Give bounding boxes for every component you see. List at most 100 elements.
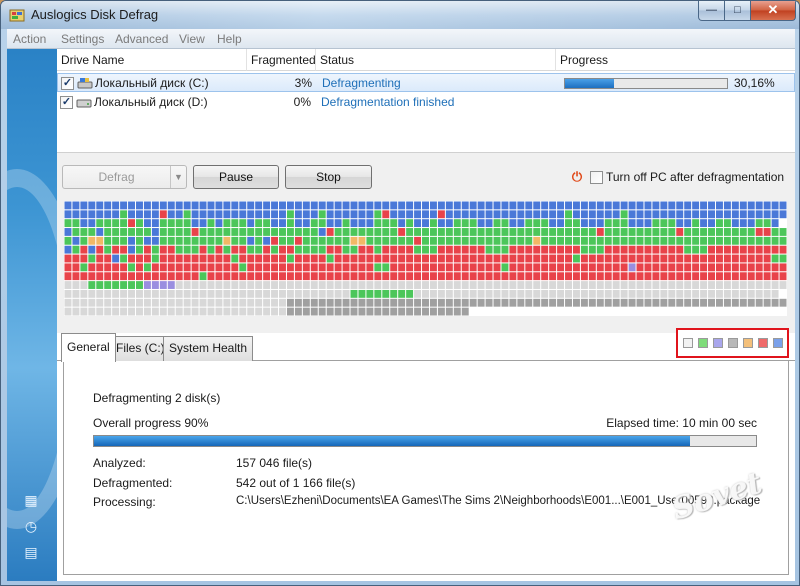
- cluster-block: [708, 201, 715, 210]
- cluster-block: [151, 272, 159, 281]
- close-button[interactable]: ✕: [750, 1, 796, 21]
- cluster-block: [493, 210, 501, 219]
- legend-defragmented-icon[interactable]: [698, 338, 708, 348]
- cluster-block: [580, 245, 588, 254]
- legend-unmovable-icon[interactable]: [743, 338, 753, 348]
- cluster-block: [771, 210, 779, 219]
- maximize-button[interactable]: □: [724, 1, 751, 21]
- minimize-button[interactable]: —: [698, 1, 725, 21]
- column-status[interactable]: Status: [316, 49, 556, 71]
- cluster-block: [414, 201, 422, 210]
- cluster-block: [715, 210, 723, 219]
- cluster-block: [715, 228, 723, 236]
- cluster-block: [167, 307, 175, 316]
- cluster-block: [739, 254, 747, 263]
- menu-settings[interactable]: Settings: [61, 32, 104, 46]
- defrag-button[interactable]: Defrag ▼: [62, 165, 187, 189]
- drive-d-checkbox[interactable]: ✓: [60, 96, 73, 109]
- cluster-block: [136, 272, 143, 281]
- cluster-block: [588, 228, 596, 236]
- cluster-block: [533, 210, 541, 219]
- drive-row-d[interactable]: ✓ Локальный диск (D:) 0% Defragmentation…: [57, 93, 795, 112]
- cluster-block: [136, 307, 143, 316]
- processing-label: Processing:: [93, 495, 156, 509]
- cluster-block: [588, 201, 596, 210]
- report-icon[interactable]: ▤: [22, 543, 40, 561]
- stop-button[interactable]: Stop: [285, 165, 372, 189]
- cluster-block: [358, 228, 366, 236]
- cluster-block: [517, 201, 525, 210]
- tab-general[interactable]: General: [61, 333, 116, 362]
- cluster-block: [112, 236, 120, 245]
- cluster-block: [429, 281, 437, 289]
- map-icon[interactable]: ▦: [22, 491, 40, 509]
- column-progress[interactable]: Progress: [556, 49, 795, 71]
- cluster-block: [167, 236, 175, 245]
- tab-files-c[interactable]: Files (C:): [110, 336, 171, 361]
- menu-advanced[interactable]: Advanced: [115, 32, 168, 46]
- cluster-block: [541, 272, 549, 281]
- cluster-block: [565, 210, 572, 219]
- menu-view[interactable]: View: [179, 32, 205, 46]
- cluster-block: [422, 236, 429, 245]
- cluster-block: [668, 228, 676, 236]
- drive-c-checkbox[interactable]: ✓: [61, 77, 74, 90]
- cluster-block: [136, 254, 143, 263]
- menu-help[interactable]: Help: [217, 32, 242, 46]
- cluster-block: [565, 201, 572, 210]
- cluster-block: [731, 201, 739, 210]
- legend-allocated-icon[interactable]: [773, 338, 783, 348]
- cluster-block: [96, 228, 104, 236]
- column-fragmented[interactable]: Fragmented: [247, 49, 316, 71]
- menu-action[interactable]: Action: [13, 32, 46, 46]
- cluster-block: [692, 245, 700, 254]
- column-drive-name[interactable]: Drive Name: [57, 49, 247, 71]
- cluster-block: [271, 254, 279, 263]
- cluster-block: [398, 245, 406, 254]
- cluster-block: [215, 228, 223, 236]
- cluster-block: [445, 263, 453, 272]
- cluster-block: [477, 272, 485, 281]
- cluster-block: [96, 254, 104, 263]
- cluster-block: [318, 236, 326, 245]
- cluster-block: [382, 307, 390, 316]
- clock-icon[interactable]: ◷: [22, 517, 40, 535]
- turn-off-label[interactable]: Turn off PC after defragmentation: [606, 170, 784, 184]
- cluster-block: [112, 307, 120, 316]
- cluster-block: [541, 236, 549, 245]
- cluster-block: [596, 289, 604, 298]
- pause-button[interactable]: Pause: [193, 165, 279, 189]
- cluster-block: [708, 236, 715, 245]
- cluster-block: [596, 254, 604, 263]
- cluster-block: [429, 263, 437, 272]
- cluster-block: [541, 298, 549, 307]
- title-bar[interactable]: Auslogics Disk Defrag — □ ✕: [1, 1, 799, 29]
- cluster-block: [64, 201, 72, 210]
- cluster-block: [763, 228, 771, 236]
- cluster-block: [231, 228, 239, 236]
- cluster-block: [128, 263, 136, 272]
- cluster-block: [628, 219, 636, 228]
- cluster-block: [604, 210, 612, 219]
- cluster-block: [223, 289, 231, 298]
- cluster-block: [398, 281, 406, 289]
- cluster-block: [779, 210, 787, 219]
- legend-free-icon[interactable]: [683, 338, 693, 348]
- tab-system-health[interactable]: System Health: [163, 336, 254, 361]
- turn-off-checkbox[interactable]: [590, 171, 603, 184]
- legend-fragmented-icon[interactable]: [758, 338, 768, 348]
- cluster-block: [477, 236, 485, 245]
- cluster-block: [437, 289, 445, 298]
- cluster-block: [414, 210, 422, 219]
- chevron-down-icon[interactable]: ▼: [170, 166, 186, 188]
- cluster-block: [731, 236, 739, 245]
- legend-mft-icon[interactable]: [728, 338, 738, 348]
- cluster-block: [247, 263, 255, 272]
- cluster-block: [390, 245, 398, 254]
- legend-processing-icon[interactable]: [713, 338, 723, 348]
- drive-row-c[interactable]: ✓ Локальный диск (C:) 3% Defragmenting 3…: [57, 73, 795, 92]
- cluster-block: [557, 289, 565, 298]
- cluster-block: [612, 272, 620, 281]
- cluster-block: [366, 263, 374, 272]
- cluster-block: [72, 245, 80, 254]
